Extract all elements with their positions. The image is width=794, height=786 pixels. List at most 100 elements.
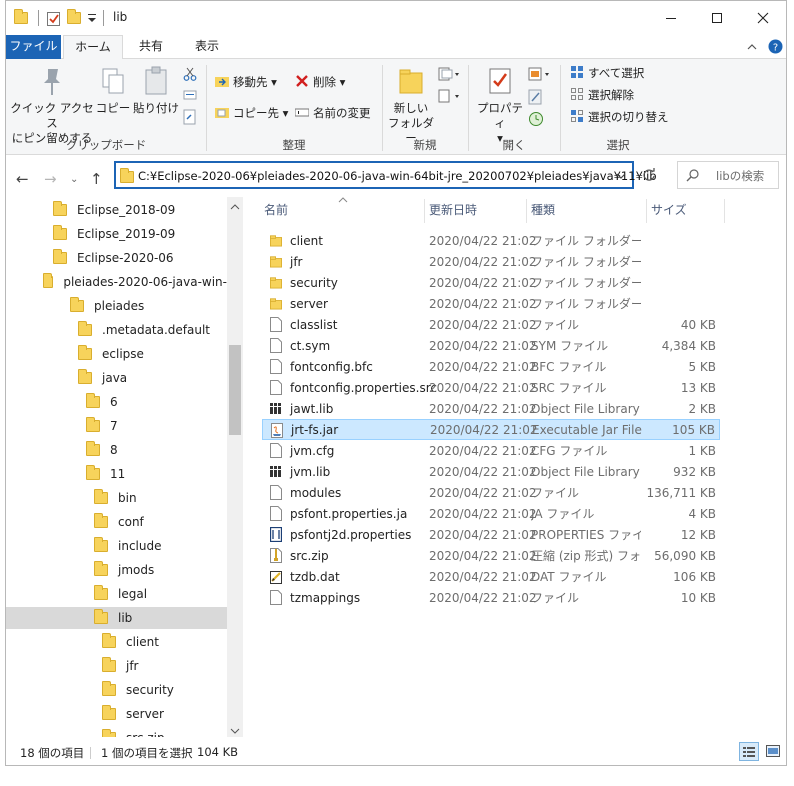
file-row[interactable]: jvm.cfg 2020/04/22 21:02 CFG ファイル 1 KB: [262, 440, 720, 461]
paste-shortcut-icon[interactable]: [183, 109, 197, 125]
paste-button[interactable]: 貼り付け: [133, 65, 179, 116]
nav-tree-item[interactable]: conf: [6, 511, 227, 533]
column-header-type[interactable]: 種類: [531, 197, 555, 225]
nav-tree-item[interactable]: 11: [6, 463, 227, 485]
nav-tree-item[interactable]: server: [6, 703, 227, 725]
nav-tree-item[interactable]: jfr: [6, 655, 227, 677]
tab-home[interactable]: ホーム: [63, 35, 123, 60]
select-all-button[interactable]: すべて選択: [570, 65, 644, 81]
file-row[interactable]: jvm.lib 2020/04/22 21:02 Object File Libra…: [262, 461, 720, 482]
nav-tree-item[interactable]: src.zip: [6, 727, 227, 737]
file-row[interactable]: server 2020/04/22 21:02 ファイル フォルダー: [262, 293, 720, 314]
history-icon[interactable]: [528, 111, 544, 127]
refresh-icon[interactable]: [642, 168, 656, 182]
new-item-icon[interactable]: [438, 67, 460, 81]
customize-dropdown-icon[interactable]: [87, 12, 97, 24]
search-box[interactable]: libの検索: [677, 161, 779, 189]
file-icon: [270, 338, 282, 353]
details-view-button[interactable]: [739, 742, 759, 761]
folder-icon: [86, 393, 100, 408]
file-row[interactable]: fontconfig.properties.src 2020/04/22 21:0…: [262, 377, 720, 398]
edit-icon[interactable]: [528, 89, 544, 105]
column-header-date[interactable]: 更新日時: [429, 197, 477, 225]
file-row[interactable]: ct.sym 2020/04/22 21:02 SYM ファイル 4,384 KB: [262, 335, 720, 356]
folder-icon: [86, 465, 100, 480]
large-icons-view-button[interactable]: [763, 742, 783, 761]
file-row[interactable]: classlist 2020/04/22 21:02 ファイル 40 KB: [262, 314, 720, 335]
nav-tree-item[interactable]: Eclipse_2018-09: [6, 199, 227, 221]
maximize-button[interactable]: [694, 1, 740, 35]
move-to-button[interactable]: 移動先 ▾: [215, 74, 277, 90]
nav-tree-item[interactable]: pleiades: [6, 295, 227, 317]
collapse-ribbon-icon[interactable]: [747, 42, 757, 52]
file-row[interactable]: psfontj2d.properties 2020/04/22 21:02 PROP…: [262, 524, 720, 545]
nav-tree-item[interactable]: lib: [6, 607, 227, 629]
rename-button[interactable]: 名前の変更: [295, 105, 371, 121]
pin-quick-access-button[interactable]: クイック アクセス にピン留めする: [10, 65, 94, 146]
select-none-button[interactable]: 選択解除: [570, 87, 634, 103]
nav-tree-item[interactable]: pleiades-2020-06-java-win-: [6, 271, 227, 293]
select-all-icon: [571, 66, 583, 78]
new-folder-button[interactable]: 新しい フォルダー: [386, 65, 436, 146]
new-folder-icon[interactable]: [67, 9, 81, 24]
column-header-name[interactable]: 名前: [264, 197, 288, 225]
file-row[interactable]: security 2020/04/22 21:02 ファイル フォルダー: [262, 272, 720, 293]
cut-icon[interactable]: [183, 67, 197, 81]
file-row[interactable]: psfont.properties.ja 2020/04/22 21:02 JA フ…: [262, 503, 720, 524]
copy-button[interactable]: コピー: [95, 65, 131, 116]
file-row[interactable]: jfr 2020/04/22 21:02 ファイル フォルダー: [262, 251, 720, 272]
nav-tree-item[interactable]: include: [6, 535, 227, 557]
recent-locations-chevron-icon[interactable]: ⌄: [70, 174, 78, 185]
tab-file[interactable]: ファイル: [6, 35, 61, 59]
scroll-up-icon[interactable]: [230, 203, 240, 211]
invert-selection-button[interactable]: 選択の切り替え: [570, 109, 669, 125]
help-icon[interactable]: ?: [768, 39, 783, 54]
file-row[interactable]: modules 2020/04/22 21:02 ファイル 136,711 KB: [262, 482, 720, 503]
copy-path-icon[interactable]: [183, 89, 197, 101]
scroll-thumb[interactable]: [229, 345, 241, 435]
file-row[interactable]: tzmappings 2020/04/22 21:02 ファイル 10 KB: [262, 587, 720, 608]
address-dropdown-icon[interactable]: [616, 172, 626, 180]
file-row[interactable]: jrt-fs.jar 2020/04/22 21:02 Executable Jar…: [262, 419, 720, 440]
nav-tree-item[interactable]: jmods: [6, 559, 227, 581]
nav-tree-item[interactable]: bin: [6, 487, 227, 509]
properties-button[interactable]: プロパティ ▾: [472, 65, 528, 146]
folder-icon: [94, 489, 108, 504]
nav-tree-item[interactable]: legal: [6, 583, 227, 605]
file-row[interactable]: jawt.lib 2020/04/22 21:02 Object File Libr…: [262, 398, 720, 419]
open-icon[interactable]: [528, 67, 550, 81]
nav-tree-item[interactable]: 7: [6, 415, 227, 437]
delete-x-icon: [296, 75, 308, 87]
file-row[interactable]: client 2020/04/22 21:02 ファイル フォルダー: [262, 230, 720, 251]
file-row[interactable]: src.zip 2020/04/22 21:02 圧縮 (zip 形式) フォ...…: [262, 545, 720, 566]
nav-tree-item[interactable]: security: [6, 679, 227, 701]
nav-scrollbar[interactable]: [227, 197, 243, 737]
scroll-down-icon[interactable]: [230, 727, 240, 735]
file-row[interactable]: fontconfig.bfc 2020/04/22 21:02 BFC ファイル 5 …: [262, 356, 720, 377]
nav-tree-item[interactable]: .metadata.default: [6, 319, 227, 341]
nav-tree-item[interactable]: java: [6, 367, 227, 389]
delete-button[interactable]: 削除 ▾: [295, 74, 345, 90]
forward-arrow-icon[interactable]: →: [44, 170, 57, 188]
tab-view[interactable]: 表示: [179, 35, 235, 59]
nav-tree-item[interactable]: Eclipse-2020-06: [6, 247, 227, 269]
address-bar[interactable]: C:¥Eclipse-2020-06¥pleiades-2020-06-java…: [114, 161, 657, 189]
nav-tree-item[interactable]: 6: [6, 391, 227, 413]
nav-tree-item[interactable]: eclipse: [6, 343, 227, 365]
easy-access-icon[interactable]: [438, 89, 460, 103]
address-path[interactable]: C:¥Eclipse-2020-06¥pleiades-2020-06-java…: [138, 169, 657, 183]
nav-tree-item[interactable]: 8: [6, 439, 227, 461]
file-type: JA ファイル: [531, 507, 595, 521]
back-arrow-icon[interactable]: ←: [16, 170, 29, 188]
close-button[interactable]: [740, 1, 786, 35]
minimize-button[interactable]: [648, 1, 694, 35]
column-header-size[interactable]: サイズ: [651, 197, 687, 225]
file-row[interactable]: tzdb.dat 2020/04/22 21:02 DAT ファイル 106 KB: [262, 566, 720, 587]
nav-tree-item[interactable]: client: [6, 631, 227, 653]
properties-check-icon[interactable]: [47, 11, 61, 26]
nav-tree-item[interactable]: Eclipse_2019-09: [6, 223, 227, 245]
up-arrow-icon[interactable]: ↑: [90, 170, 103, 188]
tab-share[interactable]: 共有: [123, 35, 179, 59]
quick-access-toolbar: [14, 9, 104, 27]
copy-to-button[interactable]: コピー先 ▾: [215, 105, 288, 121]
